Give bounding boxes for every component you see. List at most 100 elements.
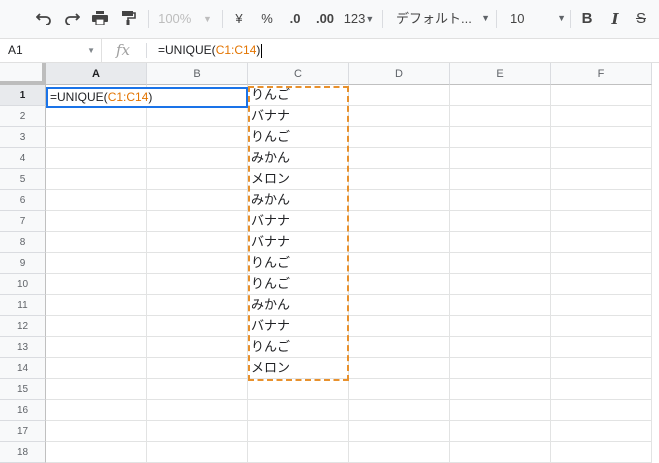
- cell-a3[interactable]: [46, 127, 147, 148]
- cell-b8[interactable]: [147, 232, 248, 253]
- cell-b12[interactable]: [147, 316, 248, 337]
- cell-b7[interactable]: [147, 211, 248, 232]
- row-header-9[interactable]: 9: [0, 253, 46, 274]
- cell-d16[interactable]: [349, 400, 450, 421]
- cell-d8[interactable]: [349, 232, 450, 253]
- paint-format-icon[interactable]: [118, 9, 138, 29]
- row-header-4[interactable]: 4: [0, 148, 46, 169]
- cell-a12[interactable]: [46, 316, 147, 337]
- row-header-14[interactable]: 14: [0, 358, 46, 379]
- cell-a5[interactable]: [46, 169, 147, 190]
- row-header-12[interactable]: 12: [0, 316, 46, 337]
- cell-d10[interactable]: [349, 274, 450, 295]
- cell-e12[interactable]: [450, 316, 551, 337]
- cell-b16[interactable]: [147, 400, 248, 421]
- cell-f16[interactable]: [551, 400, 652, 421]
- cell-e9[interactable]: [450, 253, 551, 274]
- cell-a6[interactable]: [46, 190, 147, 211]
- cell-c9[interactable]: りんご: [248, 253, 349, 274]
- cell-a14[interactable]: [46, 358, 147, 379]
- cell-f10[interactable]: [551, 274, 652, 295]
- cell-e10[interactable]: [450, 274, 551, 295]
- cell-b2[interactable]: [147, 106, 248, 127]
- cell-e16[interactable]: [450, 400, 551, 421]
- cell-d13[interactable]: [349, 337, 450, 358]
- row-header-8[interactable]: 8: [0, 232, 46, 253]
- row-header-3[interactable]: 3: [0, 127, 46, 148]
- cell-f8[interactable]: [551, 232, 652, 253]
- cell-a17[interactable]: [46, 421, 147, 442]
- row-header-10[interactable]: 10: [0, 274, 46, 295]
- cell-d2[interactable]: [349, 106, 450, 127]
- cell-a18[interactable]: [46, 442, 147, 463]
- cell-b5[interactable]: [147, 169, 248, 190]
- cell-d15[interactable]: [349, 379, 450, 400]
- cell-e17[interactable]: [450, 421, 551, 442]
- active-cell-a1[interactable]: =UNIQUE(C1:C14): [46, 87, 248, 108]
- cell-b11[interactable]: [147, 295, 248, 316]
- cell-d4[interactable]: [349, 148, 450, 169]
- cell-e7[interactable]: [450, 211, 551, 232]
- column-header-e[interactable]: E: [450, 63, 551, 85]
- cell-d18[interactable]: [349, 442, 450, 463]
- cell-c10[interactable]: りんご: [248, 274, 349, 295]
- cell-b17[interactable]: [147, 421, 248, 442]
- italic-button[interactable]: I: [606, 9, 624, 29]
- cell-c12[interactable]: バナナ: [248, 316, 349, 337]
- cell-c18[interactable]: [248, 442, 349, 463]
- cell-a10[interactable]: [46, 274, 147, 295]
- cell-e14[interactable]: [450, 358, 551, 379]
- cell-f12[interactable]: [551, 316, 652, 337]
- cell-c6[interactable]: みかん: [248, 190, 349, 211]
- cell-f14[interactable]: [551, 358, 652, 379]
- cell-f9[interactable]: [551, 253, 652, 274]
- cell-a13[interactable]: [46, 337, 147, 358]
- cell-d14[interactable]: [349, 358, 450, 379]
- cell-c16[interactable]: [248, 400, 349, 421]
- row-header-2[interactable]: 2: [0, 106, 46, 127]
- cell-c11[interactable]: みかん: [248, 295, 349, 316]
- formula-input[interactable]: =UNIQUE(C1:C14): [158, 39, 263, 62]
- cell-e8[interactable]: [450, 232, 551, 253]
- currency-button[interactable]: ¥: [230, 9, 248, 29]
- cell-d11[interactable]: [349, 295, 450, 316]
- cell-c3[interactable]: りんご: [248, 127, 349, 148]
- cell-e15[interactable]: [450, 379, 551, 400]
- cell-a15[interactable]: [46, 379, 147, 400]
- cell-e1[interactable]: [450, 85, 551, 106]
- cell-d17[interactable]: [349, 421, 450, 442]
- decrease-decimal-button[interactable]: .0: [284, 9, 306, 29]
- cell-b9[interactable]: [147, 253, 248, 274]
- cell-f18[interactable]: [551, 442, 652, 463]
- cell-d3[interactable]: [349, 127, 450, 148]
- row-header-16[interactable]: 16: [0, 400, 46, 421]
- font-size-select[interactable]: 10 ▼: [504, 9, 570, 29]
- cell-c2[interactable]: バナナ: [248, 106, 349, 127]
- strikethrough-button[interactable]: S: [632, 9, 650, 29]
- cell-c14[interactable]: メロン: [248, 358, 349, 379]
- row-header-6[interactable]: 6: [0, 190, 46, 211]
- row-header-17[interactable]: 17: [0, 421, 46, 442]
- percent-button[interactable]: %: [258, 9, 276, 29]
- select-all-corner[interactable]: [0, 63, 46, 85]
- cell-a9[interactable]: [46, 253, 147, 274]
- cell-c4[interactable]: みかん: [248, 148, 349, 169]
- column-header-f[interactable]: F: [551, 63, 652, 85]
- column-header-a[interactable]: A: [46, 63, 147, 85]
- cell-b4[interactable]: [147, 148, 248, 169]
- cell-b10[interactable]: [147, 274, 248, 295]
- cell-a7[interactable]: [46, 211, 147, 232]
- cell-e3[interactable]: [450, 127, 551, 148]
- cell-c5[interactable]: メロン: [248, 169, 349, 190]
- increase-decimal-button[interactable]: .00: [312, 9, 338, 29]
- cell-b3[interactable]: [147, 127, 248, 148]
- row-header-18[interactable]: 18: [0, 442, 46, 463]
- cell-f17[interactable]: [551, 421, 652, 442]
- zoom-select[interactable]: 100% ▼: [158, 9, 212, 29]
- cell-d5[interactable]: [349, 169, 450, 190]
- column-header-c[interactable]: C: [248, 63, 349, 85]
- cell-a4[interactable]: [46, 148, 147, 169]
- cell-f2[interactable]: [551, 106, 652, 127]
- cell-e18[interactable]: [450, 442, 551, 463]
- cell-c1[interactable]: りんご: [248, 85, 349, 106]
